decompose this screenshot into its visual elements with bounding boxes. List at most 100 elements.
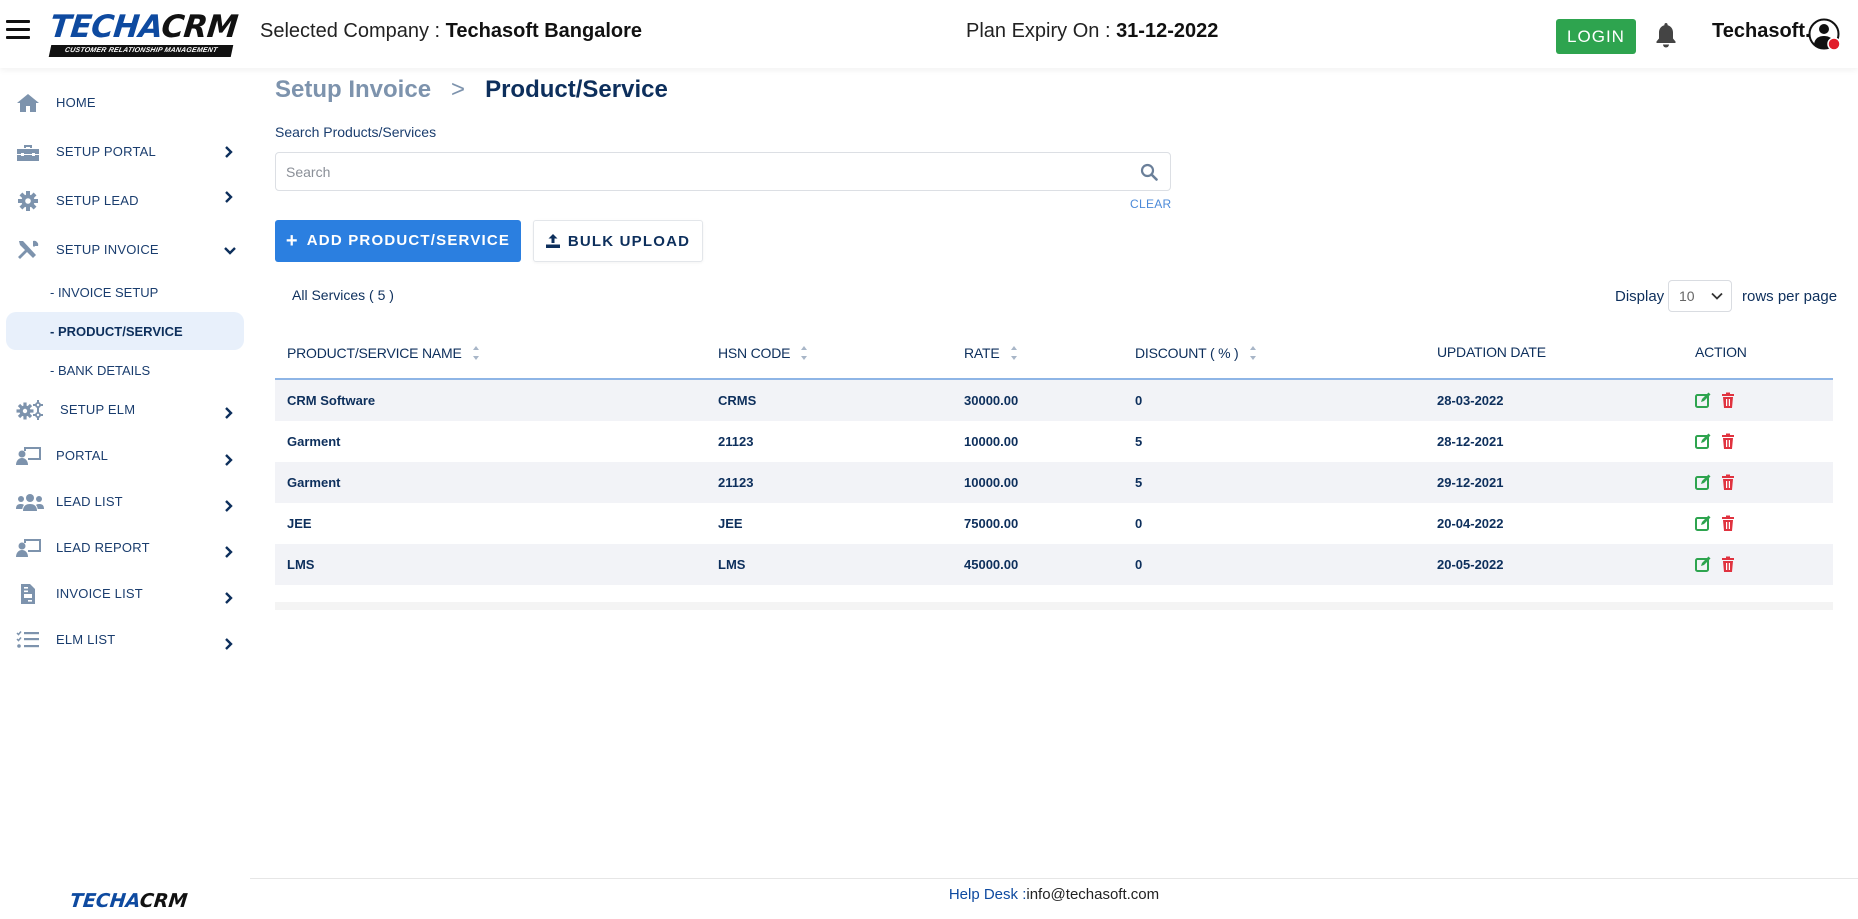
sidebar: HOME SETUP PORTAL SETUP LEAD SETUP INVOI…	[0, 68, 248, 919]
menu-toggle-icon[interactable]	[6, 20, 30, 44]
cell-rate: 75000.00	[964, 516, 1019, 531]
chevron-down-icon	[224, 247, 236, 255]
document-icon	[21, 584, 35, 604]
sort-icon[interactable]	[800, 344, 808, 362]
table-row: Garment 21123 10000.00 5 28-12-2021	[275, 421, 1833, 462]
gears-icon	[16, 400, 43, 420]
delete-icon[interactable]	[1720, 474, 1736, 490]
sidebar-item-setup-invoice[interactable]: SETUP INVOICE	[0, 230, 248, 270]
sidebar-item-setup-lead[interactable]: SETUP LEAD	[0, 181, 248, 221]
table-scrollbar[interactable]	[275, 602, 1833, 610]
sort-icon[interactable]	[1249, 344, 1257, 362]
techacrm-logo[interactable]: TECHACRM CUSTOMER RELATIONSHIP MANAGEMEN…	[48, 9, 239, 58]
chevron-right-icon	[225, 500, 233, 512]
add-product-service-button[interactable]: + ADD PRODUCT/SERVICE	[275, 220, 521, 262]
login-button[interactable]: LOGIN	[1556, 19, 1636, 54]
clear-search-link[interactable]: CLEAR	[1130, 197, 1172, 211]
sidebar-item-setup-elm[interactable]: SETUP ELM	[0, 390, 248, 430]
footer-logo-main: TECHA	[68, 890, 142, 912]
breadcrumb-parent[interactable]: Setup Invoice	[275, 76, 431, 103]
sidebar-subitem-product-service[interactable]: - PRODUCT/SERVICE	[6, 312, 244, 350]
logo-tagline: CUSTOMER RELATIONSHIP MANAGEMENT	[48, 45, 234, 57]
edit-icon[interactable]	[1695, 556, 1711, 572]
sidebar-subitem-label: - INVOICE SETUP	[50, 285, 159, 300]
expiry-value: 31-12-2022	[1116, 20, 1219, 42]
bulk-upload-button[interactable]: BULK UPLOAD	[533, 220, 703, 262]
help-desk-email[interactable]: info@techasoft.com	[1026, 886, 1159, 903]
sidebar-item-label: SETUP INVOICE	[56, 242, 159, 257]
cell-rate: 45000.00	[964, 557, 1019, 572]
company-value: Techasoft Bangalore	[445, 20, 642, 42]
sidebar-subitem-label: - BANK DETAILS	[50, 363, 151, 378]
sidebar-item-label: ELM LIST	[56, 632, 116, 647]
sidebar-item-portal[interactable]: PORTAL	[0, 436, 248, 476]
users-icon	[16, 494, 44, 511]
search-label: Search Products/Services	[275, 124, 437, 140]
user-name[interactable]: Techasoft.	[1712, 20, 1811, 43]
column-header-rate[interactable]: RATE	[964, 344, 1018, 362]
cell-rate: 30000.00	[964, 393, 1019, 408]
tools-icon	[18, 240, 39, 259]
rows-per-page-select[interactable]: 10	[1668, 280, 1732, 312]
cell-updation-date: 20-04-2022	[1437, 516, 1504, 531]
delete-icon[interactable]	[1720, 392, 1736, 408]
chevron-down-icon	[1711, 292, 1723, 300]
search-input[interactable]	[286, 161, 1106, 183]
cell-discount: 5	[1135, 434, 1143, 449]
cell-discount: 0	[1135, 393, 1143, 408]
table-row: LMS LMS 45000.00 0 20-05-2022	[275, 544, 1833, 585]
sidebar-item-setup-portal[interactable]: SETUP PORTAL	[0, 132, 248, 172]
cell-hsn-code: LMS	[718, 557, 746, 572]
company-label: Selected Company :	[260, 20, 446, 42]
products-table: PRODUCT/SERVICE NAME HSN CODE RATE DISCO…	[275, 330, 1833, 585]
edit-icon[interactable]	[1695, 515, 1711, 531]
cell-rate: 10000.00	[964, 434, 1019, 449]
page-title: Product/Service	[485, 76, 668, 103]
sidebar-item-label: HOME	[56, 95, 96, 110]
plus-icon: +	[285, 229, 299, 252]
search-icon[interactable]	[1140, 163, 1158, 181]
bell-icon[interactable]	[1655, 22, 1677, 48]
rows-per-page-value: 10	[1679, 288, 1695, 304]
toolbox-icon	[17, 145, 39, 161]
edit-icon[interactable]	[1695, 392, 1711, 408]
delete-icon[interactable]	[1720, 556, 1736, 572]
sidebar-item-home[interactable]: HOME	[0, 83, 248, 123]
delete-icon[interactable]	[1720, 515, 1736, 531]
column-header-name[interactable]: PRODUCT/SERVICE NAME	[287, 344, 480, 362]
sidebar-item-label: LEAD REPORT	[56, 540, 150, 555]
sidebar-item-invoice-list[interactable]: INVOICE LIST	[0, 574, 248, 614]
cell-name: CRM Software	[287, 393, 376, 408]
edit-icon[interactable]	[1695, 474, 1711, 490]
chevron-right-icon	[225, 454, 233, 466]
sidebar-item-label: INVOICE LIST	[56, 586, 143, 601]
search-box	[275, 152, 1171, 191]
table-header: PRODUCT/SERVICE NAME HSN CODE RATE DISCO…	[275, 330, 1833, 380]
cell-hsn-code: 21123	[718, 475, 754, 490]
column-header-hsn[interactable]: HSN CODE	[718, 344, 808, 362]
table-body: CRM Software CRMS 30000.00 0 28-03-2022 Garme…	[275, 380, 1833, 585]
user-avatar-icon[interactable]	[1808, 18, 1842, 52]
sort-icon[interactable]	[1010, 344, 1018, 362]
sidebar-item-elm-list[interactable]: ELM LIST	[0, 620, 248, 660]
sidebar-subitem-bank-details[interactable]: - BANK DETAILS	[6, 351, 244, 389]
cell-discount: 0	[1135, 557, 1143, 572]
sort-icon[interactable]	[472, 344, 480, 362]
edit-icon[interactable]	[1695, 433, 1711, 449]
cell-name: LMS	[287, 557, 315, 572]
sidebar-item-label: SETUP ELM	[60, 402, 136, 417]
sidebar-subitem-invoice-setup[interactable]: - INVOICE SETUP	[6, 273, 244, 311]
sidebar-item-lead-list[interactable]: LEAD LIST	[0, 482, 248, 522]
table-row: Garment 21123 10000.00 5 29-12-2021	[275, 462, 1833, 503]
column-header-discount[interactable]: DISCOUNT ( % )	[1135, 344, 1257, 362]
sidebar-item-lead-report[interactable]: LEAD REPORT	[0, 528, 248, 568]
all-services-count: All Services ( 5 )	[292, 287, 394, 303]
breadcrumb-separator-icon: >	[451, 76, 466, 103]
gear-icon	[18, 191, 38, 211]
logo-main-text: TECHA	[48, 9, 164, 45]
delete-icon[interactable]	[1720, 433, 1736, 449]
chevron-right-icon	[225, 407, 233, 419]
expiry-label: Plan Expiry On :	[966, 20, 1117, 42]
cell-name: Garment	[287, 475, 341, 490]
chevron-right-icon	[225, 546, 233, 558]
